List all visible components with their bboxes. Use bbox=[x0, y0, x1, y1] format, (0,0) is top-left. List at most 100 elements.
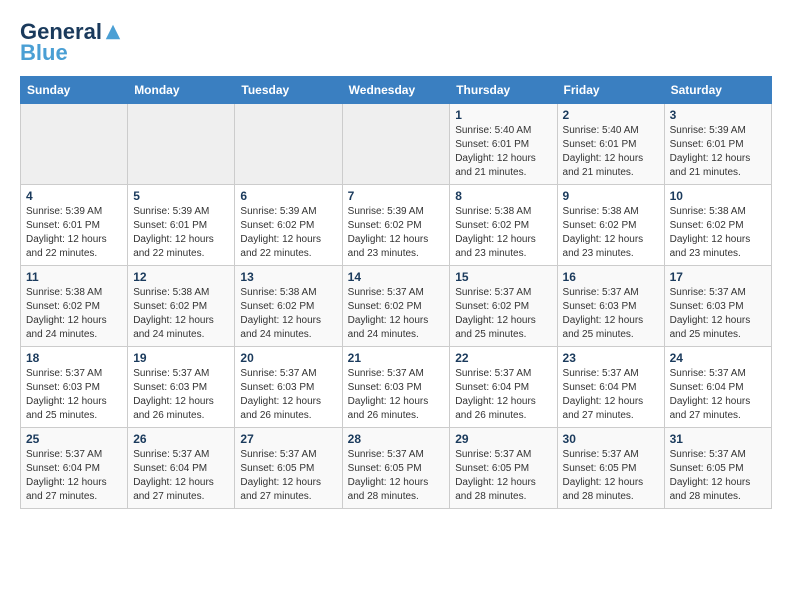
day-number: 3 bbox=[670, 108, 766, 122]
calendar-cell bbox=[21, 104, 128, 185]
day-number: 2 bbox=[563, 108, 659, 122]
day-info: Sunrise: 5:37 AMSunset: 6:03 PMDaylight:… bbox=[26, 367, 122, 423]
calendar-cell: 14Sunrise: 5:37 AMSunset: 6:02 PMDayligh… bbox=[342, 266, 450, 347]
day-number: 24 bbox=[670, 351, 766, 365]
day-info: Sunrise: 5:37 AMSunset: 6:03 PMDaylight:… bbox=[563, 286, 659, 342]
day-number: 10 bbox=[670, 189, 766, 203]
calendar-week-row: 1Sunrise: 5:40 AMSunset: 6:01 PMDaylight… bbox=[21, 104, 772, 185]
day-info: Sunrise: 5:37 AMSunset: 6:03 PMDaylight:… bbox=[240, 367, 336, 423]
weekday-header-friday: Friday bbox=[557, 77, 664, 104]
day-number: 7 bbox=[348, 189, 445, 203]
day-number: 25 bbox=[26, 432, 122, 446]
day-info: Sunrise: 5:37 AMSunset: 6:05 PMDaylight:… bbox=[348, 448, 445, 504]
day-info: Sunrise: 5:37 AMSunset: 6:05 PMDaylight:… bbox=[563, 448, 659, 504]
calendar-cell: 28 Sunrise: 5:37 AMSunset: 6:05 PMDayligh… bbox=[342, 428, 450, 509]
calendar-cell: 12 Sunrise: 5:38 AMSunset: 6:02 PMDayligh… bbox=[128, 266, 235, 347]
calendar-cell: 19Sunrise: 5:37 AMSunset: 6:03 PMDayligh… bbox=[128, 347, 235, 428]
day-number: 4 bbox=[26, 189, 122, 203]
page-header: General Blue bbox=[20, 20, 772, 66]
day-number: 13 bbox=[240, 270, 336, 284]
weekday-header-monday: Monday bbox=[128, 77, 235, 104]
day-number: 23 bbox=[563, 351, 659, 365]
logo: General Blue bbox=[20, 20, 122, 66]
calendar-week-row: 25 Sunrise: 5:37 AMSunset: 6:04 PMDayligh… bbox=[21, 428, 772, 509]
day-number: 31 bbox=[670, 432, 766, 446]
calendar-cell: 20 Sunrise: 5:37 AMSunset: 6:03 PMDayligh… bbox=[235, 347, 342, 428]
calendar-cell: 13 Sunrise: 5:38 AMSunset: 6:02 PMDayligh… bbox=[235, 266, 342, 347]
calendar-cell: 23 Sunrise: 5:37 AMSunset: 6:04 PMDayligh… bbox=[557, 347, 664, 428]
day-number: 12 bbox=[133, 270, 229, 284]
weekday-header-row: SundayMondayTuesdayWednesdayThursdayFrid… bbox=[21, 77, 772, 104]
day-info: Sunrise: 5:38 AMSunset: 6:02 PMDaylight:… bbox=[240, 286, 336, 342]
day-number: 18 bbox=[26, 351, 122, 365]
calendar-cell: 4 Sunrise: 5:39 AMSunset: 6:01 PMDaylight… bbox=[21, 185, 128, 266]
day-number: 21 bbox=[348, 351, 445, 365]
calendar-cell: 25 Sunrise: 5:37 AMSunset: 6:04 PMDayligh… bbox=[21, 428, 128, 509]
day-number: 22 bbox=[455, 351, 551, 365]
day-number: 14 bbox=[348, 270, 445, 284]
calendar-cell: 29Sunrise: 5:37 AMSunset: 6:05 PMDayligh… bbox=[450, 428, 557, 509]
day-info: Sunrise: 5:37 AMSunset: 6:05 PMDaylight:… bbox=[240, 448, 336, 504]
calendar-week-row: 18 Sunrise: 5:37 AMSunset: 6:03 PMDayligh… bbox=[21, 347, 772, 428]
calendar-cell bbox=[235, 104, 342, 185]
day-number: 26 bbox=[133, 432, 229, 446]
day-info: Sunrise: 5:39 AMSunset: 6:02 PMDaylight:… bbox=[240, 205, 336, 261]
day-info: Sunrise: 5:37 AMSunset: 6:04 PMDaylight:… bbox=[133, 448, 229, 504]
calendar-cell: 17 Sunrise: 5:37 AMSunset: 6:03 PMDayligh… bbox=[664, 266, 771, 347]
calendar-cell: 10 Sunrise: 5:38 AMSunset: 6:02 PMDayligh… bbox=[664, 185, 771, 266]
day-number: 11 bbox=[26, 270, 122, 284]
day-number: 20 bbox=[240, 351, 336, 365]
day-info: Sunrise: 5:39 AMSunset: 6:01 PMDaylight:… bbox=[133, 205, 229, 261]
day-number: 9 bbox=[563, 189, 659, 203]
day-info: Sunrise: 5:37 AMSunset: 6:04 PMDaylight:… bbox=[26, 448, 122, 504]
calendar-cell: 5 Sunrise: 5:39 AMSunset: 6:01 PMDaylight… bbox=[128, 185, 235, 266]
calendar-cell bbox=[342, 104, 450, 185]
day-info: Sunrise: 5:38 AMSunset: 6:02 PMDaylight:… bbox=[133, 286, 229, 342]
calendar-cell: 27 Sunrise: 5:37 AMSunset: 6:05 PMDayligh… bbox=[235, 428, 342, 509]
calendar-table: SundayMondayTuesdayWednesdayThursdayFrid… bbox=[20, 76, 772, 509]
day-info: Sunrise: 5:37 AMSunset: 6:02 PMDaylight:… bbox=[455, 286, 551, 342]
day-info: Sunrise: 5:38 AMSunset: 6:02 PMDaylight:… bbox=[670, 205, 766, 261]
calendar-cell: 24 Sunrise: 5:37 AMSunset: 6:04 PMDayligh… bbox=[664, 347, 771, 428]
day-number: 17 bbox=[670, 270, 766, 284]
day-info: Sunrise: 5:39 AMSunset: 6:01 PMDaylight:… bbox=[670, 124, 766, 180]
day-number: 27 bbox=[240, 432, 336, 446]
day-info: Sunrise: 5:37 AMSunset: 6:05 PMDaylight:… bbox=[670, 448, 766, 504]
day-info: Sunrise: 5:37 AMSunset: 6:05 PMDaylight:… bbox=[455, 448, 551, 504]
day-info: Sunrise: 5:37 AMSunset: 6:04 PMDaylight:… bbox=[455, 367, 551, 423]
calendar-cell: 9 Sunrise: 5:38 AMSunset: 6:02 PMDaylight… bbox=[557, 185, 664, 266]
day-info: Sunrise: 5:37 AMSunset: 6:03 PMDaylight:… bbox=[670, 286, 766, 342]
weekday-header-sunday: Sunday bbox=[21, 77, 128, 104]
calendar-cell bbox=[128, 104, 235, 185]
calendar-cell: 22 Sunrise: 5:37 AMSunset: 6:04 PMDayligh… bbox=[450, 347, 557, 428]
day-info: Sunrise: 5:37 AMSunset: 6:04 PMDaylight:… bbox=[563, 367, 659, 423]
calendar-cell: 1Sunrise: 5:40 AMSunset: 6:01 PMDaylight… bbox=[450, 104, 557, 185]
calendar-cell: 26 Sunrise: 5:37 AMSunset: 6:04 PMDayligh… bbox=[128, 428, 235, 509]
day-number: 6 bbox=[240, 189, 336, 203]
calendar-cell: 7 Sunrise: 5:39 AMSunset: 6:02 PMDaylight… bbox=[342, 185, 450, 266]
day-number: 5 bbox=[133, 189, 229, 203]
calendar-week-row: 4 Sunrise: 5:39 AMSunset: 6:01 PMDaylight… bbox=[21, 185, 772, 266]
weekday-header-tuesday: Tuesday bbox=[235, 77, 342, 104]
day-number: 16 bbox=[563, 270, 659, 284]
calendar-cell: 15Sunrise: 5:37 AMSunset: 6:02 PMDayligh… bbox=[450, 266, 557, 347]
weekday-header-wednesday: Wednesday bbox=[342, 77, 450, 104]
calendar-cell: 11Sunrise: 5:38 AMSunset: 6:02 PMDayligh… bbox=[21, 266, 128, 347]
day-info: Sunrise: 5:38 AMSunset: 6:02 PMDaylight:… bbox=[455, 205, 551, 261]
day-info: Sunrise: 5:39 AMSunset: 6:01 PMDaylight:… bbox=[26, 205, 122, 261]
calendar-cell: 16 Sunrise: 5:37 AMSunset: 6:03 PMDayligh… bbox=[557, 266, 664, 347]
calendar-cell: 3 Sunrise: 5:39 AMSunset: 6:01 PMDaylight… bbox=[664, 104, 771, 185]
day-number: 28 bbox=[348, 432, 445, 446]
calendar-cell: 18 Sunrise: 5:37 AMSunset: 6:03 PMDayligh… bbox=[21, 347, 128, 428]
day-number: 8 bbox=[455, 189, 551, 203]
logo-icon bbox=[104, 23, 122, 41]
day-info: Sunrise: 5:39 AMSunset: 6:02 PMDaylight:… bbox=[348, 205, 445, 261]
day-number: 19 bbox=[133, 351, 229, 365]
calendar-cell: 30 Sunrise: 5:37 AMSunset: 6:05 PMDayligh… bbox=[557, 428, 664, 509]
day-info: Sunrise: 5:37 AMSunset: 6:04 PMDaylight:… bbox=[670, 367, 766, 423]
day-info: Sunrise: 5:38 AMSunset: 6:02 PMDaylight:… bbox=[563, 205, 659, 261]
day-info: Sunrise: 5:37 AMSunset: 6:03 PMDaylight:… bbox=[348, 367, 445, 423]
day-number: 30 bbox=[563, 432, 659, 446]
calendar-cell: 8 Sunrise: 5:38 AMSunset: 6:02 PMDaylight… bbox=[450, 185, 557, 266]
calendar-cell: 6 Sunrise: 5:39 AMSunset: 6:02 PMDaylight… bbox=[235, 185, 342, 266]
